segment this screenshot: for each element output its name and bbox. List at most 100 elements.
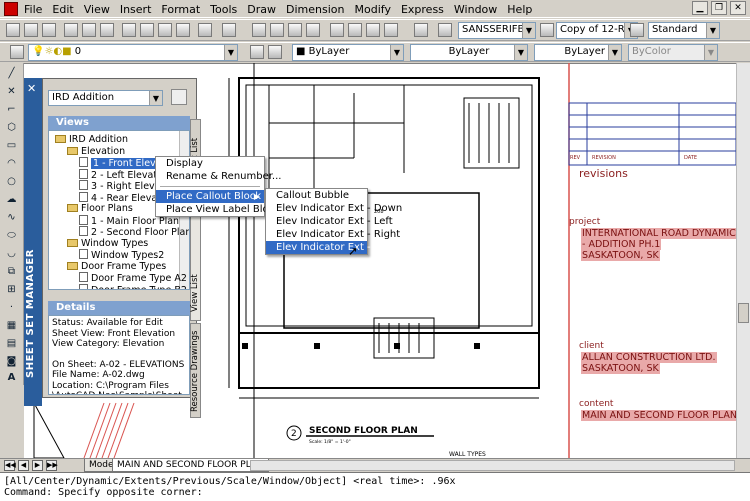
submenu-item-elev-right[interactable]: Elev Indicator Ext - Right bbox=[266, 228, 400, 241]
close-button[interactable]: ✕ bbox=[730, 1, 746, 15]
print-icon[interactable] bbox=[64, 23, 78, 37]
point-icon[interactable]: · bbox=[4, 301, 19, 315]
sheet-set-select[interactable]: IRD Addition ▼ bbox=[48, 90, 163, 106]
last-tab-icon[interactable]: ▶▶ bbox=[46, 460, 58, 471]
rectangle-icon[interactable]: ▭ bbox=[4, 139, 19, 153]
menu-edit[interactable]: Edit bbox=[52, 3, 73, 16]
save-icon[interactable] bbox=[42, 23, 56, 37]
properties-icon[interactable] bbox=[330, 23, 344, 37]
submenu-item-elev-left[interactable]: Elev Indicator Ext - Left bbox=[266, 215, 393, 228]
submenu-item-elev-down[interactable]: Elev Indicator Ext - Down bbox=[266, 202, 402, 215]
cut-icon[interactable] bbox=[122, 23, 136, 37]
tool-palettes-icon[interactable] bbox=[366, 23, 380, 37]
layer-manager-icon[interactable] bbox=[10, 45, 24, 59]
paste-icon[interactable] bbox=[158, 23, 172, 37]
tree-category-item[interactable]: Floor Plans bbox=[67, 203, 133, 214]
spline-icon[interactable]: ∿ bbox=[4, 211, 19, 225]
multiline-text-icon[interactable]: A bbox=[4, 371, 19, 385]
menu-draw[interactable]: Draw bbox=[247, 3, 276, 16]
next-tab-icon[interactable]: ▶ bbox=[32, 460, 43, 471]
menu-insert[interactable]: Insert bbox=[120, 3, 152, 16]
first-tab-icon[interactable]: ◀◀ bbox=[4, 460, 16, 471]
pan-icon[interactable] bbox=[252, 23, 266, 37]
copy-icon[interactable] bbox=[140, 23, 154, 37]
prev-tab-icon[interactable]: ◀ bbox=[18, 460, 29, 471]
open-icon[interactable] bbox=[24, 23, 38, 37]
make-object-layer-current-icon[interactable] bbox=[250, 45, 264, 59]
line-icon[interactable]: ╱ bbox=[4, 67, 19, 81]
design-center-icon[interactable] bbox=[348, 23, 362, 37]
new-icon[interactable] bbox=[6, 23, 20, 37]
tree-category-item[interactable]: Window Types bbox=[67, 238, 148, 249]
tab-resource-drawings[interactable]: Resource Drawings bbox=[190, 323, 201, 418]
dim-style-select[interactable]: Copy of 12-ROM ▼ bbox=[556, 22, 638, 39]
ellipse-arc-icon[interactable]: ◡ bbox=[4, 247, 19, 261]
tab-main-and-second-floor-plan[interactable]: MAIN AND SECOND FLOOR PLAN bbox=[112, 459, 269, 472]
text-style-icon[interactable] bbox=[438, 23, 452, 37]
menu-format[interactable]: Format bbox=[161, 3, 200, 16]
tree-view-item[interactable]: Door Frame Type B2 bbox=[79, 283, 187, 289]
text-style-select[interactable]: SANSSERIFBO ▼ bbox=[458, 22, 536, 39]
redo-icon[interactable] bbox=[222, 23, 236, 37]
construction-line-icon[interactable]: ✕ bbox=[4, 85, 19, 99]
minimize-button[interactable]: ▁ bbox=[692, 1, 708, 15]
menu-help[interactable]: Help bbox=[507, 3, 532, 16]
color-select[interactable]: ■ ByLayer ▼ bbox=[292, 44, 404, 61]
lineweight-select[interactable]: ByLayer ▼ bbox=[534, 44, 622, 61]
view-options-icon[interactable] bbox=[171, 89, 187, 105]
sheet-set-manager-titlebar[interactable]: ✕ SHEET SET MANAGER bbox=[24, 78, 42, 406]
make-block-icon[interactable]: ⊞ bbox=[4, 283, 19, 297]
menu-item-place-callout-block[interactable]: Place Callout Block ▶ bbox=[156, 190, 264, 203]
tree-category-item[interactable]: Door Frame Types bbox=[67, 261, 166, 272]
menu-window[interactable]: Window bbox=[454, 3, 497, 16]
match-properties-icon[interactable] bbox=[176, 23, 190, 37]
horizontal-scrollbar[interactable] bbox=[250, 460, 735, 471]
arc-icon[interactable]: ◠ bbox=[4, 157, 19, 171]
layer-select[interactable]: 💡☼◐■ 0 ▼ bbox=[28, 44, 238, 61]
autocad-app-icon[interactable] bbox=[4, 2, 18, 16]
linetype-select[interactable]: ByLayer ▼ bbox=[410, 44, 528, 61]
details-section-header[interactable]: Details bbox=[48, 301, 190, 315]
publish-icon[interactable] bbox=[100, 23, 114, 37]
hatch-icon[interactable]: ▦ bbox=[4, 319, 19, 333]
gradient-icon[interactable]: ▤ bbox=[4, 337, 19, 351]
region-icon[interactable]: ◙ bbox=[4, 355, 19, 369]
dimension-style-icon[interactable] bbox=[540, 23, 554, 37]
menu-item-rename-renumber[interactable]: Rename & Renumber... bbox=[156, 170, 281, 183]
restore-button[interactable]: ❐ bbox=[711, 1, 727, 15]
layer-previous-icon[interactable] bbox=[268, 45, 282, 59]
polyline-icon[interactable]: ⌐ bbox=[4, 103, 19, 117]
tree-category-item[interactable]: Elevation bbox=[67, 146, 125, 157]
menu-modify[interactable]: Modify bbox=[355, 3, 391, 16]
table-style-icon[interactable] bbox=[630, 23, 644, 37]
zoom-window-icon[interactable] bbox=[288, 23, 302, 37]
ellipse-icon[interactable]: ⬭ bbox=[4, 229, 19, 243]
tree-view-item[interactable]: Window Types2 bbox=[79, 249, 164, 261]
print-preview-icon[interactable] bbox=[82, 23, 96, 37]
circle-icon[interactable]: ○ bbox=[4, 175, 19, 189]
close-icon[interactable]: ✕ bbox=[27, 82, 36, 95]
polygon-icon[interactable]: ⬡ bbox=[4, 121, 19, 135]
tree-view-item[interactable]: Door Frame Type A2 bbox=[79, 272, 187, 284]
menu-dimension[interactable]: Dimension bbox=[286, 3, 344, 16]
tree-view-item[interactable]: 2 - Second Floor Plan bbox=[79, 226, 189, 238]
revision-cloud-icon[interactable]: ☁ bbox=[4, 193, 19, 207]
table-style-select[interactable]: Standard ▼ bbox=[648, 22, 720, 39]
sheet-set-manager-icon[interactable] bbox=[384, 23, 398, 37]
zoom-realtime-icon[interactable] bbox=[270, 23, 284, 37]
menu-file[interactable]: File bbox=[24, 3, 42, 16]
undo-icon[interactable] bbox=[198, 23, 212, 37]
menu-item-display[interactable]: Display bbox=[156, 157, 264, 170]
tree-root-item[interactable]: IRD Addition bbox=[55, 134, 128, 145]
menu-item-place-view-label-block[interactable]: Place View Label Block bbox=[156, 203, 280, 216]
insert-block-icon[interactable]: ⧉ bbox=[4, 265, 19, 279]
command-line[interactable]: [All/Center/Dynamic/Extents/Previous/Sca… bbox=[0, 472, 750, 501]
submenu-item-callout-bubble[interactable]: Callout Bubble bbox=[266, 189, 367, 202]
vertical-scrollbar[interactable] bbox=[736, 63, 750, 458]
menu-view[interactable]: View bbox=[84, 3, 110, 16]
menu-tools[interactable]: Tools bbox=[210, 3, 237, 16]
zoom-previous-icon[interactable] bbox=[306, 23, 320, 37]
scrollbar-thumb[interactable] bbox=[738, 303, 749, 323]
help-icon[interactable] bbox=[414, 23, 428, 37]
views-section-header[interactable]: Views bbox=[48, 116, 190, 130]
